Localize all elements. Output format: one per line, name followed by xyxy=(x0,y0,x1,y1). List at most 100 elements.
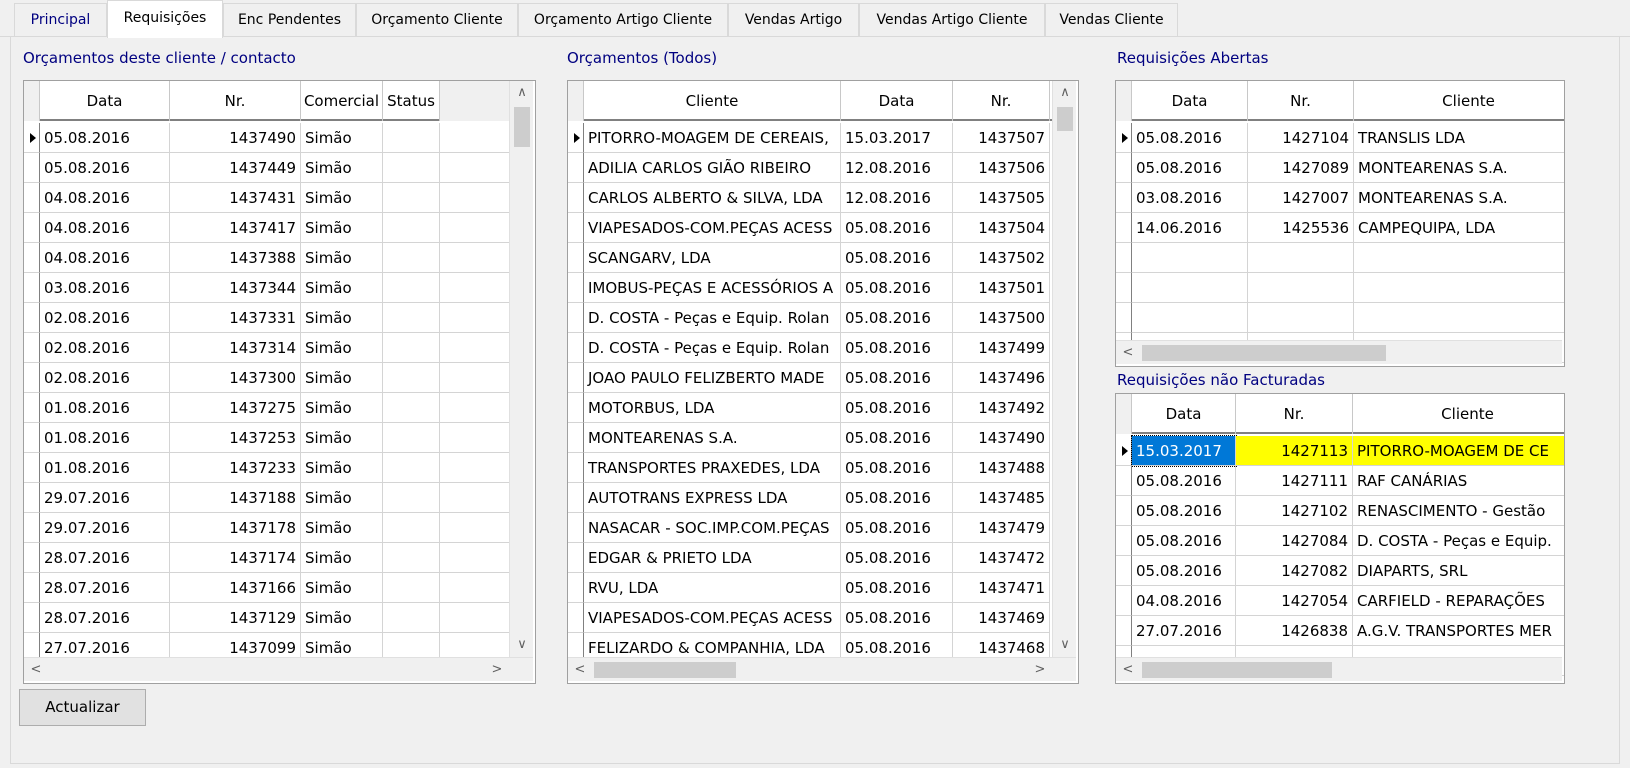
column-header[interactable]: Data xyxy=(841,81,953,121)
table-row[interactable]: 04.08.2016 1437388 Simão xyxy=(24,243,511,273)
scroll-right-icon[interactable]: > xyxy=(485,658,509,682)
table-row[interactable]: 02.08.2016 1437331 Simão xyxy=(24,303,511,333)
table-cell: 03.08.2016 xyxy=(40,273,170,303)
table-row[interactable]: 05.08.2016 1427089 MONTEARENAS S.A. xyxy=(1116,153,1564,183)
column-header[interactable]: Nr. xyxy=(1248,81,1354,121)
table-row[interactable] xyxy=(1116,273,1564,303)
table-row[interactable]: 15.03.2017 1427113 PITORRO-MOAGEM DE CE xyxy=(1116,435,1564,467)
grid-requisicoes-abertas[interactable]: Data Nr. Cliente 05.08.2016 1427104 TRANSLIS … xyxy=(1115,80,1565,367)
table-row[interactable]: SCANGARV, LDA 05.08.2016 1437502 xyxy=(568,243,1054,273)
scroll-up-icon[interactable]: ∧ xyxy=(1053,81,1077,105)
grid-orcamentos-cliente[interactable]: Data Nr. Comercial Status 05.08.2016 1437490 S… xyxy=(23,80,536,684)
table-row[interactable]: 04.08.2016 1437417 Simão xyxy=(24,213,511,243)
column-header[interactable]: Data xyxy=(1132,394,1236,434)
scroll-left-icon[interactable]: < xyxy=(24,658,48,682)
table-row[interactable]: 03.08.2016 1427007 MONTEARENAS S.A. xyxy=(1116,183,1564,213)
horizontal-scrollbar[interactable]: < > xyxy=(568,657,1076,681)
tab-enc-pendentes[interactable]: Enc Pendentes xyxy=(223,3,356,36)
column-header[interactable]: Cliente xyxy=(1353,394,1564,434)
table-row[interactable]: 02.08.2016 1437300 Simão xyxy=(24,363,511,393)
table-row[interactable]: PITORRO-MOAGEM DE CEREAIS, 15.03.2017 1437… xyxy=(568,123,1054,153)
table-row[interactable]: 05.08.2016 1427082 DIAPARTS, SRL xyxy=(1116,556,1564,586)
scroll-thumb[interactable] xyxy=(514,107,530,147)
horizontal-scrollbar[interactable]: < xyxy=(1116,340,1562,364)
column-header[interactable]: Data xyxy=(1132,81,1248,121)
table-row[interactable] xyxy=(1116,303,1564,333)
column-header[interactable]: Nr. xyxy=(953,81,1050,121)
table-row[interactable]: TRANSPORTES PRAXEDES, LDA 05.08.2016 14374… xyxy=(568,453,1054,483)
table-row[interactable]: RVU, LDA 05.08.2016 1437471 xyxy=(568,573,1054,603)
table-row[interactable]: D. COSTA - Peças e Equip. Rolan 05.08.201… xyxy=(568,333,1054,363)
grid-requisicoes-nao-facturadas[interactable]: Data Nr. Cliente 15.03.2017 1427113 PITORRO-M… xyxy=(1115,393,1565,684)
column-header[interactable]: Comercial xyxy=(301,81,383,121)
horizontal-scrollbar[interactable]: < > xyxy=(24,657,533,681)
scroll-down-icon[interactable]: ∨ xyxy=(510,633,534,657)
table-row[interactable]: 28.07.2016 1437174 Simão xyxy=(24,543,511,573)
tab-vendas-cliente[interactable]: Vendas Cliente xyxy=(1045,3,1178,36)
table-row[interactable]: 01.08.2016 1437253 Simão xyxy=(24,423,511,453)
table-row[interactable]: JOAO PAULO FELIZBERTO MADE 05.08.2016 1437… xyxy=(568,363,1054,393)
table-row[interactable]: 05.08.2016 1437449 Simão xyxy=(24,153,511,183)
table-row[interactable]: 02.08.2016 1437314 Simão xyxy=(24,333,511,363)
scroll-left-icon[interactable]: < xyxy=(1116,658,1140,682)
column-header[interactable]: Nr. xyxy=(1236,394,1353,434)
scroll-right-icon[interactable]: > xyxy=(1028,658,1052,682)
scroll-thumb[interactable] xyxy=(594,662,736,678)
table-row[interactable]: 01.08.2016 1437233 Simão xyxy=(24,453,511,483)
tab-orcamento-cliente[interactable]: Orçamento Cliente xyxy=(356,3,518,36)
table-row[interactable]: 04.08.2016 1437431 Simão xyxy=(24,183,511,213)
tab-vendas-artigo[interactable]: Vendas Artigo xyxy=(728,3,859,36)
table-row[interactable]: MONTEARENAS S.A. 05.08.2016 1437490 xyxy=(568,423,1054,453)
scroll-thumb[interactable] xyxy=(1142,662,1332,678)
table-cell-filler xyxy=(440,123,511,153)
table-cell-filler xyxy=(440,243,511,273)
grid-orcamentos-todos[interactable]: Cliente Data Nr. PITORRO-MOAGEM DE CEREAIS,… xyxy=(567,80,1079,684)
table-row[interactable]: 05.08.2016 1427084 D. COSTA - Peças e Equi… xyxy=(1116,526,1564,556)
table-row[interactable]: 29.07.2016 1437178 Simão xyxy=(24,513,511,543)
table-row[interactable]: D. COSTA - Peças e Equip. Rolan 05.08.201… xyxy=(568,303,1054,333)
vertical-scrollbar[interactable]: ∧ ∨ xyxy=(1052,81,1076,657)
column-header[interactable]: Data xyxy=(40,81,170,121)
table-row[interactable]: NASACAR - SOC.IMP.COM.PEÇAS 05.08.2016 143… xyxy=(568,513,1054,543)
table-row[interactable]: 14.06.2016 1425536 CAMPEQUIPA, LDA xyxy=(1116,213,1564,243)
table-row[interactable]: 05.08.2016 1427104 TRANSLIS LDA xyxy=(1116,123,1564,153)
table-row[interactable]: 04.08.2016 1427054 CARFIELD - REPARAÇÕES xyxy=(1116,586,1564,616)
table-row[interactable]: CARLOS ALBERTO & SILVA, LDA 12.08.2016 143… xyxy=(568,183,1054,213)
table-row[interactable]: IMOBUS-PEÇAS E ACESSÓRIOS A 05.08.2016 143… xyxy=(568,273,1054,303)
table-row[interactable] xyxy=(1116,243,1564,273)
scroll-up-icon[interactable]: ∧ xyxy=(510,81,534,105)
tab-requisicoes[interactable]: Requisições xyxy=(107,0,223,38)
table-row[interactable]: 27.07.2016 1426838 A.G.V. TRANSPORTES MER xyxy=(1116,616,1564,646)
scroll-left-icon[interactable]: < xyxy=(568,658,592,682)
scroll-thumb[interactable] xyxy=(1057,107,1073,131)
column-header[interactable]: Nr. xyxy=(170,81,301,121)
table-row[interactable]: 28.07.2016 1437166 Simão xyxy=(24,573,511,603)
column-header[interactable]: Cliente xyxy=(1354,81,1564,121)
table-row[interactable]: ADILIA CARLOS GIÃO RIBEIRO 12.08.2016 1437… xyxy=(568,153,1054,183)
tab-principal[interactable]: Principal xyxy=(14,3,107,36)
table-row[interactable]: AUTOTRANS EXPRESS LDA 05.08.2016 1437485 xyxy=(568,483,1054,513)
tab-vendas-artigo-cliente[interactable]: Vendas Artigo Cliente xyxy=(859,3,1045,36)
column-header[interactable]: Status xyxy=(383,81,440,121)
table-row[interactable]: VIAPESADOS-COM.PEÇAS ACESS 05.08.2016 1437… xyxy=(568,603,1054,633)
table-row[interactable]: MOTORBUS, LDA 05.08.2016 1437492 xyxy=(568,393,1054,423)
table-row[interactable]: 05.08.2016 1427111 RAF CANÁRIAS xyxy=(1116,466,1564,496)
table-row[interactable]: EDGAR & PRIETO LDA 05.08.2016 1437472 xyxy=(568,543,1054,573)
table-row[interactable]: 05.08.2016 1427102 RENASCIMENTO - Gestão xyxy=(1116,496,1564,526)
table-row[interactable]: 01.08.2016 1437275 Simão xyxy=(24,393,511,423)
column-header[interactable]: Cliente xyxy=(584,81,841,121)
scroll-left-icon[interactable]: < xyxy=(1116,341,1140,365)
row-indicator xyxy=(568,213,584,243)
scroll-thumb[interactable] xyxy=(1142,345,1386,361)
table-row[interactable]: VIAPESADOS-COM.PEÇAS ACESS 05.08.2016 1437… xyxy=(568,213,1054,243)
scroll-down-icon[interactable]: ∨ xyxy=(1053,633,1077,657)
table-row[interactable]: 05.08.2016 1437490 Simão xyxy=(24,123,511,153)
table-row[interactable]: 03.08.2016 1437344 Simão xyxy=(24,273,511,303)
tab-orcamento-artigo-cliente[interactable]: Orçamento Artigo Cliente xyxy=(518,3,728,36)
table-row[interactable]: 28.07.2016 1437129 Simão xyxy=(24,603,511,633)
table-row[interactable]: 29.07.2016 1437188 Simão xyxy=(24,483,511,513)
vertical-scrollbar[interactable]: ∧ ∨ xyxy=(509,81,533,657)
horizontal-scrollbar[interactable]: < xyxy=(1116,657,1562,681)
table-cell xyxy=(383,183,440,213)
actualizar-button[interactable]: Actualizar xyxy=(19,689,146,726)
